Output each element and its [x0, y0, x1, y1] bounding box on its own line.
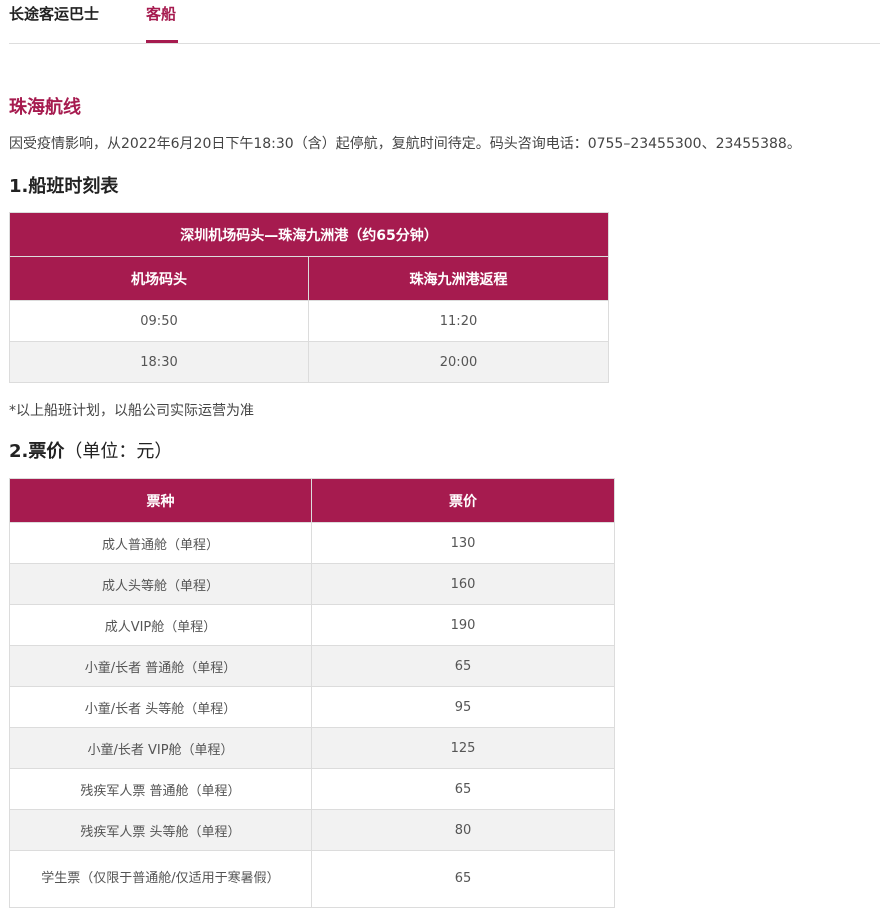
price-unit: （单位：元）: [64, 441, 173, 462]
table-row: 小童/长者 VIP舱（单程） 125: [9, 727, 615, 769]
ticket-price: 190: [311, 604, 615, 646]
return-time: 20:00: [307, 341, 610, 383]
active-tab-indicator: [146, 40, 178, 43]
ticket-type: 残疾军人票 头等舱（单程）: [9, 809, 312, 851]
transport-tabs: 长途客运巴士 客船: [9, 0, 880, 44]
column-header-airport-pier: 机场码头: [9, 256, 309, 301]
ticket-type: 小童/长者 普通舱（单程）: [9, 645, 312, 687]
column-header-ticket-type: 票种: [9, 478, 312, 523]
ticket-type: 学生票（仅限于普通舱/仅适用于寒暑假）: [9, 850, 312, 908]
return-time: 11:20: [307, 300, 610, 342]
ticket-price: 65: [311, 645, 615, 687]
ticket-price: 130: [311, 522, 615, 564]
table-row: 成人头等舱（单程） 160: [9, 563, 615, 605]
table-row: 09:50 11:20: [9, 300, 610, 342]
tab-passenger-boat[interactable]: 客船: [146, 0, 178, 44]
price-section-label: 2.票价: [9, 441, 65, 462]
schedule-table: 深圳机场码头—珠海九洲港（约65分钟） 机场码头 珠海九洲港返程 09:50 1…: [8, 212, 610, 383]
table-row: 成人VIP舱（单程） 190: [9, 604, 615, 646]
table-row: 小童/长者 普通舱（单程） 65: [9, 645, 615, 687]
ticket-type: 残疾军人票 普通舱（单程）: [9, 768, 312, 810]
tab-long-distance-bus[interactable]: 长途客运巴士: [9, 0, 99, 44]
departure-time: 18:30: [9, 341, 309, 383]
table-row: 残疾军人票 普通舱（单程） 65: [9, 768, 615, 810]
schedule-section-title: 1.船班时刻表: [9, 176, 119, 197]
ticket-price: 65: [311, 768, 615, 810]
ticket-price: 80: [311, 809, 615, 851]
ticket-type: 成人头等舱（单程）: [9, 563, 312, 605]
ticket-price: 95: [311, 686, 615, 728]
price-table: 票种 票价 成人普通舱（单程） 130 成人头等舱（单程） 160 成人VIP舱…: [9, 478, 615, 908]
ticket-price: 160: [311, 563, 615, 605]
column-header-jiuzhou-return: 珠海九洲港返程: [307, 256, 610, 301]
ticket-price: 65: [311, 850, 615, 908]
schedule-route-header: 深圳机场码头—珠海九洲港（约65分钟）: [8, 212, 610, 257]
table-row: 18:30 20:00: [9, 341, 610, 383]
suspension-notice: 因受疫情影响，从2022年6月20日下午18:30（含）起停航，复航时间待定。码…: [9, 136, 801, 152]
schedule-footnote: *以上船班计划，以船公司实际运营为准: [9, 403, 254, 419]
ticket-type: 成人普通舱（单程）: [9, 522, 312, 564]
ticket-type: 小童/长者 VIP舱（单程）: [9, 727, 312, 769]
route-title: 珠海航线: [9, 97, 81, 118]
table-row: 小童/长者 头等舱（单程） 95: [9, 686, 615, 728]
price-section-title: 2.票价（单位：元）: [9, 437, 172, 463]
ticket-type: 小童/长者 头等舱（单程）: [9, 686, 312, 728]
ticket-type: 成人VIP舱（单程）: [9, 604, 312, 646]
table-row: 学生票（仅限于普通舱/仅适用于寒暑假） 65: [9, 850, 615, 908]
table-row: 残疾军人票 头等舱（单程） 80: [9, 809, 615, 851]
ticket-price: 125: [311, 727, 615, 769]
departure-time: 09:50: [9, 300, 309, 342]
table-row: 成人普通舱（单程） 130: [9, 522, 615, 564]
column-header-price: 票价: [311, 478, 615, 523]
